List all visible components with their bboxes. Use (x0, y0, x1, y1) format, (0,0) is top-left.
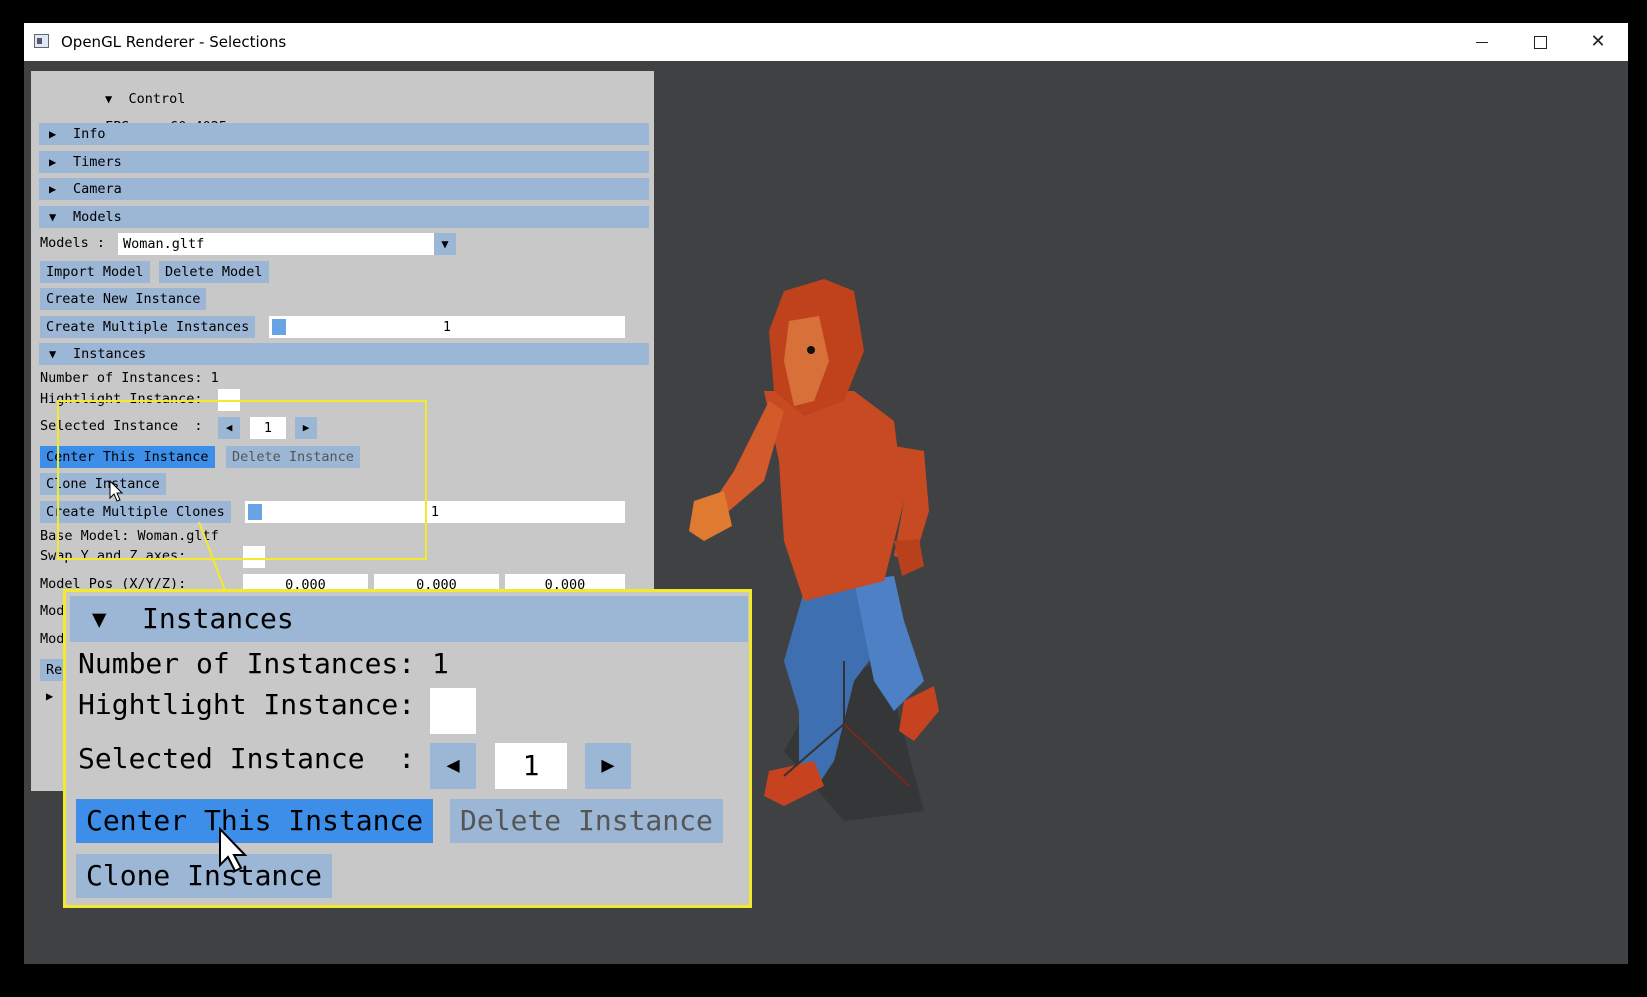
zoom-selected-label: Selected Instance : (78, 742, 416, 775)
zoom-highlight-checkbox[interactable] (430, 688, 476, 734)
zoom-center-this-instance-button[interactable]: Center This Instance (76, 799, 434, 843)
app-window: OpenGL Renderer - Selections ✕ ▼ Control… (24, 23, 1628, 964)
arrow-left-icon[interactable]: ◀ (430, 743, 476, 789)
zoom-clone-instance-button[interactable]: Clone Instance (76, 854, 333, 898)
title-bar[interactable]: OpenGL Renderer - Selections ✕ (24, 23, 1628, 61)
zoom-delete-instance-button[interactable]: Delete Instance (450, 799, 723, 843)
mouse-cursor-small (109, 479, 124, 506)
zoom-instance-count-text: Number of Instances: 1 (78, 647, 449, 680)
close-button[interactable]: ✕ (1569, 23, 1627, 61)
close-icon: ✕ (1590, 31, 1606, 52)
app-icon (34, 34, 49, 48)
window-title: OpenGL Renderer - Selections (61, 33, 287, 51)
zoom-callout: ▼ Instances Number of Instances: 1 Hight… (63, 589, 752, 908)
collapse-arrow-icon: ▼ (92, 605, 107, 633)
minimize-button[interactable] (1453, 23, 1511, 61)
maximize-icon (1533, 35, 1547, 49)
maximize-button[interactable] (1511, 23, 1569, 61)
zoom-selected-field[interactable]: 1 (495, 743, 567, 789)
zoom-highlight-label: Hightlight Instance: (78, 688, 416, 721)
minimize-icon (1476, 41, 1488, 43)
zoom-instances-header[interactable]: ▼ Instances (70, 596, 748, 642)
mouse-cursor-large (218, 826, 248, 880)
arrow-right-icon[interactable]: ▶ (585, 743, 631, 789)
